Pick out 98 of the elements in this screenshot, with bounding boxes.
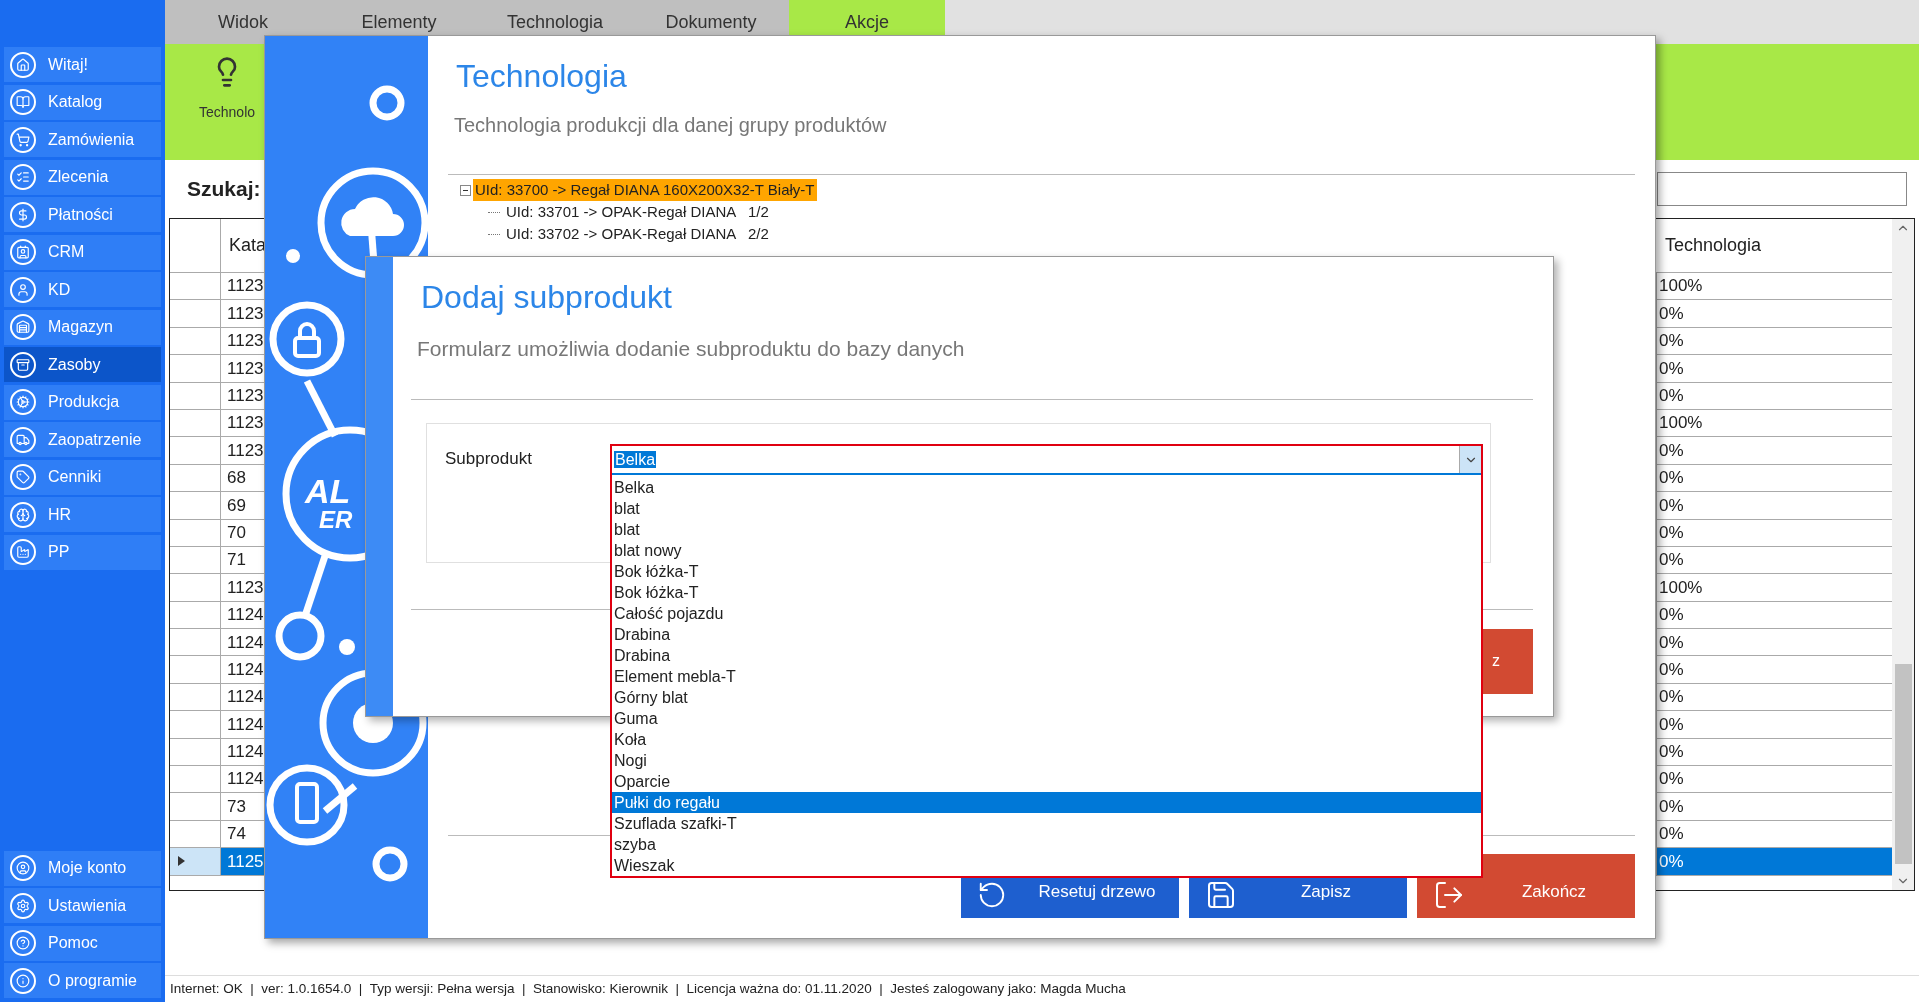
sidebar-item[interactable]: Płatności	[4, 197, 161, 232]
tree-connector	[488, 233, 500, 235]
sidebar-item[interactable]: KD	[4, 272, 161, 307]
info-icon	[10, 967, 36, 994]
table-cell-text: 100%	[1658, 412, 1704, 435]
save-icon	[1205, 879, 1237, 911]
field-label: Subprodukt	[445, 448, 532, 468]
tree-node[interactable]: UId: 33700 -> Regał DIANA 160X200X32-T Biały-T	[473, 178, 817, 202]
dropdown-option[interactable]: Pułki do regału	[612, 792, 1481, 813]
table-cell-text: 0%	[1658, 795, 1685, 818]
help-icon	[10, 930, 36, 956]
table-cell-text: 0%	[1658, 686, 1685, 709]
exit-icon	[1433, 879, 1465, 911]
dropdown-option[interactable]: szyba	[612, 834, 1481, 855]
sidebar-item[interactable]: Zamówienia	[4, 122, 161, 157]
sidebar-item[interactable]: Zaopatrzenie	[4, 422, 161, 457]
tag-icon	[10, 464, 36, 490]
table-cell-text: 0%	[1658, 494, 1685, 517]
reset-icon	[977, 880, 1007, 910]
combo-value[interactable]: Belka	[614, 450, 657, 468]
sidebar-item[interactable]: O programie	[4, 963, 161, 998]
column-header[interactable]: Technologia	[1657, 219, 1892, 272]
dropdown-option[interactable]: Bok łóżka-T	[612, 561, 1481, 582]
book-icon	[10, 89, 36, 115]
table-cell-text: 0%	[1658, 439, 1685, 462]
table-cell-text: 0%	[1658, 631, 1685, 654]
user-icon	[10, 276, 36, 303]
factory-icon	[10, 539, 36, 565]
sidebar-item[interactable]: PP	[4, 534, 161, 570]
settings-icon	[10, 892, 36, 919]
dropdown-option[interactable]: Bok łóżka-T	[612, 582, 1481, 603]
dropdown-option[interactable]: Oparcie	[612, 771, 1481, 792]
table-cell-text: 0%	[1658, 768, 1685, 791]
warehouse-icon	[10, 314, 36, 340]
table-cell-text: 0%	[1658, 385, 1685, 407]
cart-icon	[10, 126, 36, 153]
table-cell-text: 0%	[1658, 713, 1685, 736]
search-field[interactable]	[1657, 172, 1907, 206]
sidebar-item[interactable]: HR	[4, 497, 161, 532]
sidebar-item[interactable]: CRM	[4, 234, 161, 270]
dropdown-option[interactable]: Szuflada szafki-T	[612, 813, 1481, 834]
scrollbar[interactable]	[1892, 219, 1914, 890]
list-icon	[10, 164, 36, 190]
sidebar-item[interactable]: Witaj!	[4, 47, 161, 82]
logo-text: ER	[319, 508, 353, 532]
table-cell-text: 0%	[1658, 658, 1685, 681]
head-icon	[10, 501, 36, 528]
user-icon	[10, 855, 36, 881]
table-cell-text: 0%	[1658, 302, 1685, 325]
dollar-icon	[10, 201, 36, 228]
table-cell-text: 0%	[1658, 741, 1685, 764]
collapse-icon[interactable]	[460, 184, 471, 196]
dropdown-option[interactable]: blat nowy	[612, 540, 1481, 561]
sidebar-item[interactable]: Moje konto	[4, 850, 161, 886]
tree-connector	[488, 211, 500, 213]
sidebar-item[interactable]: Produkcja	[4, 384, 161, 420]
table-cell-text: 100%	[1658, 275, 1704, 298]
sidebar-item[interactable]: Magazyn	[4, 309, 161, 345]
tree-node[interactable]: UId: 33702 -> OPAK-Regał DIANA 2/2	[504, 222, 771, 246]
sidebar-item[interactable]: Zlecenia	[4, 159, 161, 195]
table-cell-text: 0%	[1658, 850, 1685, 873]
dropdown-option[interactable]: Belka	[612, 477, 1481, 498]
sidebar-item[interactable]: Cenniki	[4, 459, 161, 495]
scrollbar-thumb[interactable]	[1894, 664, 1912, 864]
dialog-title: Dodaj subprodukt	[421, 278, 673, 317]
dropdown-option[interactable]: Nogi	[612, 750, 1481, 771]
truck-icon	[10, 426, 36, 453]
table-cell-text: 100%	[1658, 576, 1704, 599]
dialog-title: Technologia	[456, 57, 628, 96]
cog-icon	[10, 389, 36, 415]
menu-tab[interactable]: Widok	[165, 0, 321, 44]
sidebar-item[interactable]: Ustawienia	[4, 888, 161, 923]
table-cell-text: 0%	[1658, 330, 1685, 353]
home-icon	[10, 51, 36, 78]
status-bar: Internet: OK | ver: 1.0.1654.0 | Typ wersji: Pełna wersja | Stanowisko: Kierownik | Licencja ważna do: 01.11.2020 | Jesteś zalogowany jako: Magda Mucha	[165, 975, 1919, 1002]
tree-node[interactable]: UId: 33701 -> OPAK-Regał DIANA 1/2	[504, 200, 771, 224]
table-cell-text: 0%	[1658, 467, 1685, 490]
table-cell-text: 0%	[1658, 521, 1685, 544]
dropdown-option[interactable]: Koła	[612, 729, 1481, 750]
dialog-subtitle: Technologia produkcji dla danej grupy produktów	[454, 113, 888, 138]
table-cell-text: 0%	[1658, 357, 1685, 380]
dropdown-option[interactable]: blat	[612, 498, 1481, 519]
row-pointer-icon	[178, 856, 185, 867]
logo-text: AL	[305, 474, 351, 508]
table-cell-text: 0%	[1658, 823, 1685, 846]
dropdown-option[interactable]: Guma	[612, 708, 1481, 729]
ribbon-button[interactable]: Technolo	[199, 56, 256, 123]
dropdown-option[interactable]: Całość pojazdu	[612, 603, 1481, 624]
subproduct-dropdown-menu[interactable]: Belka Belka blat blat blat nowy Bok łóżka-T Bok łóżka-T Całość pojazdu Drabina Drabina Element mebla-T Górny blat Guma Koła Nogi Oparcie Pułki do regału Szuflada szafki-T szyba Wieszak	[610, 444, 1483, 878]
table-cell-text: 0%	[1658, 549, 1685, 572]
search-label: Szukaj:	[187, 176, 261, 203]
archive-icon	[10, 351, 36, 378]
sidebar-item[interactable]: Pomoc	[4, 925, 161, 961]
dropdown-option[interactable]: blat	[612, 519, 1481, 540]
contact-card-icon	[10, 239, 36, 265]
table-cell-text: 0%	[1658, 604, 1685, 627]
sidebar-item[interactable]: Zasoby	[4, 347, 161, 382]
sidebar-item[interactable]: Katalog	[4, 84, 161, 120]
